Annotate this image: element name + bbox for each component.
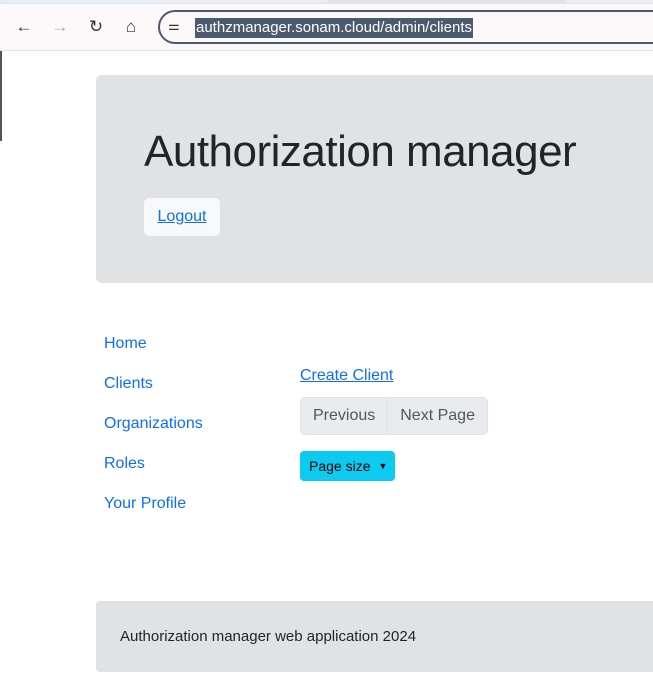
url-text[interactable]: authzmanager.sonam.cloud/admin/clients [195, 18, 473, 38]
caret-down-icon: ▼ [378, 461, 388, 471]
site-settings-icon[interactable]: ⚌ [168, 18, 180, 34]
header-jumbotron: Authorization manager Logout [96, 75, 653, 283]
nav-home[interactable]: Home [104, 335, 147, 353]
nav-roles[interactable]: Roles [104, 455, 145, 473]
footer-text: Authorization manager web application 20… [120, 628, 417, 645]
previous-button[interactable]: Previous [301, 398, 387, 434]
page-title: Authorization manager [144, 127, 577, 176]
browser-toolbar: ← → ↻ ⌂ ⚌ authzmanager.sonam.cloud/admin… [0, 4, 653, 51]
nav-clients[interactable]: Clients [104, 375, 153, 393]
browser-tab[interactable] [0, 0, 328, 3]
nav-organizations[interactable]: Organizations [104, 415, 203, 433]
browser-tab[interactable] [565, 0, 653, 3]
window-edge [0, 51, 2, 141]
nav-your-profile[interactable]: Your Profile [104, 495, 186, 513]
next-page-button[interactable]: Next Page [387, 398, 487, 434]
reload-icon[interactable]: ↻ [83, 14, 109, 40]
pagination: Previous Next Page [300, 397, 488, 435]
footer: Authorization manager web application 20… [96, 601, 653, 672]
page-size-label: Page size [309, 458, 371, 474]
address-bar[interactable]: ⚌ authzmanager.sonam.cloud/admin/clients [158, 10, 653, 44]
back-icon[interactable]: ← [11, 14, 37, 40]
logout-button[interactable]: Logout [144, 198, 220, 236]
home-icon[interactable]: ⌂ [118, 14, 144, 40]
create-client-link[interactable]: Create Client [300, 367, 393, 385]
page-size-dropdown[interactable]: Page size ▼ [300, 451, 395, 481]
forward-icon[interactable]: → [47, 14, 73, 40]
